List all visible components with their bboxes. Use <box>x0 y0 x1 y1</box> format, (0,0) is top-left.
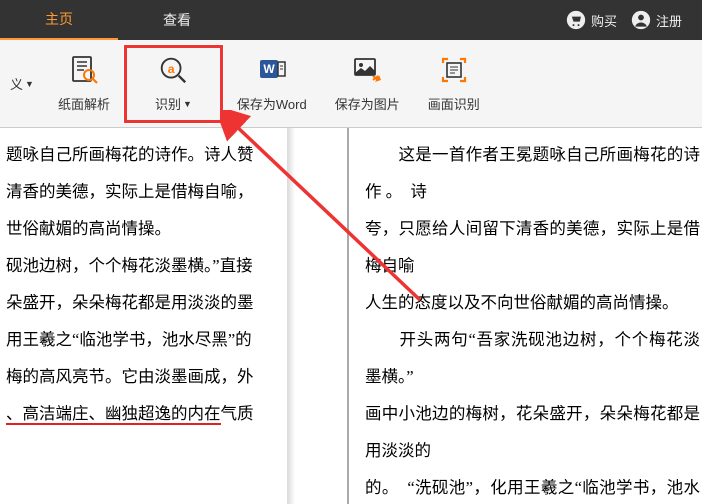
toolbar-item-parse[interactable]: 纸面解析 <box>44 45 124 123</box>
titlebar: 主页 查看 购买 注册 <box>0 0 702 40</box>
cart-icon <box>566 10 586 30</box>
right-pane: 这是一首作者王冕题咏自己所画梅花的诗作 。 诗 夸，只愿给人间留下清香的美德，实… <box>349 128 702 504</box>
left-pane: 题咏自己所画梅花的诗作。诗人赞 清香的美德，实际上是借梅自喻， 世俗献媚的高尚情… <box>0 128 349 504</box>
toolbar-label-3: 保存为Word <box>237 94 307 113</box>
tab-home[interactable]: 主页 <box>0 0 118 40</box>
image-out-icon <box>351 54 383 86</box>
toolbar-item-save-image[interactable]: 保存为图片 <box>321 45 414 123</box>
text-line: 用王羲之“临池学书，池水尽黑”的 <box>6 321 333 358</box>
toolbar-item-truncated[interactable]: 义▼ <box>10 45 44 123</box>
page-mag-icon <box>68 54 100 86</box>
svg-text:a: a <box>168 62 175 76</box>
toolbar-label-1: 纸面解析 <box>58 94 110 113</box>
tab-view[interactable]: 查看 <box>118 0 236 40</box>
toolbar-label-4: 保存为图片 <box>335 94 400 113</box>
chevron-down-icon: ▼ <box>25 79 34 89</box>
toolbar-item-screen-recognize[interactable]: 画面识别 <box>414 45 494 123</box>
text-line: 砚池边树，个个梅花淡墨横。”直接 <box>6 247 333 284</box>
word-icon: W <box>256 54 288 86</box>
text-line: 朵盛开，朵朵梅花都是用淡淡的墨 <box>6 284 333 321</box>
register-button[interactable]: 注册 <box>631 10 682 30</box>
text-line: 清香的美德，实际上是借梅自喻， <box>6 173 333 210</box>
toolbar: 义▼ 纸面解析 a 识别▼ W 保存为Word 保存为图片 画面识别 <box>0 40 702 128</box>
left-document: 题咏自己所画梅花的诗作。诗人赞 清香的美德，实际上是借梅自喻， 世俗献媚的高尚情… <box>0 136 339 432</box>
text-line: 世俗献媚的高尚情操。 <box>6 210 333 247</box>
text-line: 这是一首作者王冕题咏自己所画梅花的诗作 。 诗 <box>365 136 700 210</box>
text-line: 、高洁端庄、幽独超逸的内在气质 <box>6 395 333 432</box>
text-span: 、高洁端庄、幽独超逸的内在 <box>6 404 221 423</box>
text-span: 气质 <box>221 404 254 423</box>
text-line: 的。 “洗砚池”，化用王羲之“临池学书，池水尽黑 <box>365 469 700 504</box>
text-line: 人生的态度以及不向世俗献媚的高尚情操。 <box>365 284 700 321</box>
toolbar-label-2: 识别 <box>155 94 181 113</box>
buy-label: 购买 <box>591 11 617 30</box>
text-line: 梅的高风亮节。它由淡墨画成，外 <box>6 358 333 395</box>
toolbar-item-save-word[interactable]: W 保存为Word <box>223 45 321 123</box>
buy-button[interactable]: 购买 <box>566 10 617 30</box>
text-line: 开头两句“吾家洗砚池边树，个个梅花淡墨横。” <box>365 321 700 395</box>
chevron-down-icon: ▼ <box>183 99 192 109</box>
text-line: 题咏自己所画梅花的诗作。诗人赞 <box>6 136 333 173</box>
toolbar-label-5: 画面识别 <box>428 94 480 113</box>
text-line: 画中小池边的梅树，花朵盛开，朵朵梅花都是用淡淡的 <box>365 395 700 469</box>
register-label: 注册 <box>656 11 682 30</box>
a-mag-icon: a <box>157 54 189 86</box>
svg-text:W: W <box>263 62 275 76</box>
text-line: 夸，只愿给人间留下清香的美德，实际上是借梅自喻 <box>365 210 700 284</box>
user-icon <box>631 10 651 30</box>
screen-id-icon <box>438 54 470 86</box>
toolbar-item-recognize[interactable]: a 识别▼ <box>124 45 223 123</box>
toolbar-label-0: 义 <box>10 74 23 93</box>
right-document: 这是一首作者王冕题咏自己所画梅花的诗作 。 诗 夸，只愿给人间留下清香的美德，实… <box>363 136 702 504</box>
content-area: 题咏自己所画梅花的诗作。诗人赞 清香的美德，实际上是借梅自喻， 世俗献媚的高尚情… <box>0 128 702 504</box>
